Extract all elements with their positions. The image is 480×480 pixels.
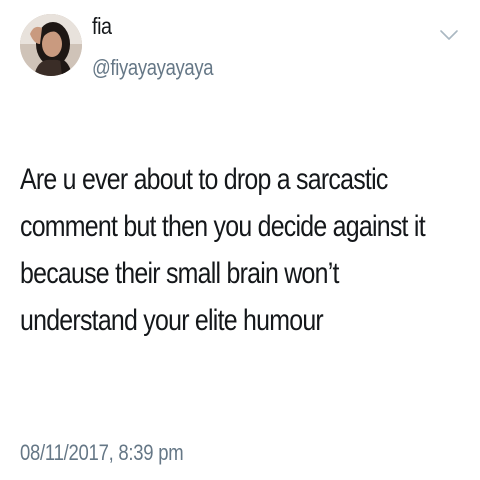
tweet-text: Are u ever about to drop a sarcastic com…: [20, 156, 426, 344]
chevron-down-icon[interactable]: [438, 28, 460, 42]
avatar[interactable]: [20, 14, 82, 76]
tweet-card: fia @fiyayayayaya Are u ever about to dr…: [0, 0, 480, 480]
tweet-header: fia @fiyayayayaya: [20, 8, 460, 94]
author-handle[interactable]: @fiyayayayaya: [92, 54, 214, 82]
tweet-text-line: comment but then you decide against it: [20, 210, 426, 243]
avatar-image: [20, 14, 82, 76]
author-names: fia @fiyayayayaya: [92, 12, 236, 82]
tweet-text-line: Are u ever about to drop a sarcastic: [20, 163, 388, 196]
tweet-text-line: understand your elite humour: [20, 304, 324, 337]
tweet-timestamp[interactable]: 08/11/2017, 8:39 pm: [20, 440, 184, 466]
tweet-text-line: because their small brain won’t: [20, 257, 339, 290]
author-display-name[interactable]: fia: [92, 12, 216, 40]
